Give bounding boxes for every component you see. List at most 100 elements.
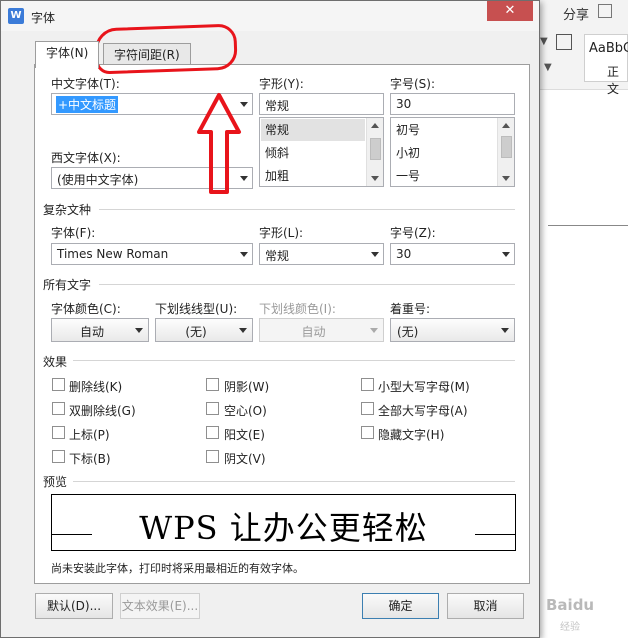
list-item[interactable]: 一号 — [392, 165, 496, 186]
close-icon: ✕ — [504, 3, 516, 18]
shadow-checkbox[interactable] — [206, 378, 219, 391]
ribbon-dropdown-icon[interactable]: ▼ — [540, 36, 548, 47]
size-list[interactable]: 初号 小初 一号 — [390, 117, 515, 187]
scroll-up-icon[interactable] — [502, 123, 510, 128]
complex-style-combo[interactable]: 常规 — [259, 243, 384, 265]
close-button[interactable]: ✕ — [487, 1, 533, 21]
chinese-font-value: +中文标题 — [56, 96, 119, 113]
wps-logo-icon: W — [8, 8, 24, 24]
underline-type-label: 下划线线型(U): — [155, 302, 238, 316]
complex-size-value: 30 — [396, 247, 412, 261]
section-divider — [73, 360, 515, 361]
chevron-down-icon[interactable] — [371, 252, 379, 257]
ok-button[interactable]: 确定 — [362, 593, 439, 619]
scroll-up-icon[interactable] — [371, 123, 379, 128]
strikethrough-checkbox[interactable] — [52, 378, 65, 391]
underline-type-dropdown[interactable]: (无) — [155, 318, 253, 342]
style-input[interactable]: 常规 — [259, 93, 384, 115]
outline-checkbox[interactable] — [206, 402, 219, 415]
complex-section-title: 复杂文种 — [43, 203, 92, 217]
all-caps-checkbox[interactable] — [361, 402, 374, 415]
list-item[interactable]: 倾斜 — [261, 142, 365, 164]
small-caps-checkbox[interactable] — [361, 378, 374, 391]
watermark-subtext: 经验 — [560, 622, 580, 633]
complex-size-label: 字号(Z): — [390, 226, 436, 240]
complex-font-combo[interactable]: Times New Roman — [51, 243, 253, 265]
emphasis-value: (无) — [397, 325, 419, 339]
engrave-label[interactable]: 阴文(V) — [224, 450, 266, 467]
share-icon[interactable] — [598, 4, 612, 18]
style-list-scrollbar[interactable] — [366, 118, 383, 186]
hidden-text-checkbox[interactable] — [361, 426, 374, 439]
effects-section-title: 效果 — [43, 355, 68, 369]
complex-font-value: Times New Roman — [57, 247, 169, 261]
font-color-label: 字体颜色(C): — [51, 302, 121, 316]
annotation-highlight-ring — [94, 23, 238, 75]
size-label: 字号(S): — [390, 77, 436, 91]
superscript-checkbox[interactable] — [52, 426, 65, 439]
complex-size-combo[interactable]: 30 — [390, 243, 515, 265]
ribbon-dropdown-icon[interactable]: ▼ — [544, 62, 552, 73]
style-gallery-normal[interactable]: AaBbC 正文 — [584, 34, 628, 96]
font-dialog: W 字体 ✕ 字体(N) 字符间距(R) 中文字体(T): +中文标题 字形(Y… — [0, 0, 540, 638]
preview-text: WPS 让办公更轻松 — [139, 509, 428, 547]
chinese-font-label: 中文字体(T): — [51, 77, 120, 91]
emphasis-dropdown[interactable]: (无) — [390, 318, 515, 342]
style-list[interactable]: 常规 倾斜 加粗 — [259, 117, 384, 187]
chevron-down-icon[interactable] — [502, 252, 510, 257]
double-strikethrough-label[interactable]: 双删除线(G) — [69, 402, 136, 419]
shadow-label[interactable]: 阴影(W) — [224, 378, 269, 395]
watermark-logo: Baidu 经验 — [536, 576, 628, 638]
underline-color-label: 下划线颜色(I): — [259, 302, 336, 316]
list-item[interactable]: 常规 — [261, 119, 365, 141]
style-input-value: 常规 — [265, 99, 290, 113]
document-rule — [548, 225, 628, 226]
double-strikethrough-checkbox[interactable] — [52, 402, 65, 415]
emphasis-label: 着重号: — [390, 302, 431, 316]
underline-color-dropdown: 自动 — [259, 318, 384, 342]
list-item[interactable]: 初号 — [392, 119, 496, 141]
hidden-text-label[interactable]: 隐藏文字(H) — [378, 426, 444, 443]
size-input[interactable]: 30 — [390, 93, 515, 115]
subscript-checkbox[interactable] — [52, 450, 65, 463]
list-item[interactable]: 加粗 — [261, 165, 365, 186]
style-preview-text: AaBbC — [589, 41, 628, 56]
style-name-label: 正文 — [607, 65, 620, 96]
underline-type-value: (无) — [185, 325, 207, 339]
font-notice: 尚未安装此字体，打印时将采用最相近的有效字体。 — [51, 562, 304, 575]
strikethrough-label[interactable]: 删除线(K) — [69, 378, 122, 395]
scroll-down-icon[interactable] — [502, 176, 510, 181]
superscript-label[interactable]: 上标(P) — [69, 426, 110, 443]
scroll-thumb[interactable] — [370, 138, 381, 160]
underline-color-value: 自动 — [301, 325, 326, 339]
default-button[interactable]: 默认(D)... — [35, 593, 113, 619]
list-item[interactable]: 小初 — [392, 142, 496, 164]
chevron-down-icon[interactable] — [135, 328, 143, 333]
subscript-label[interactable]: 下标(B) — [69, 450, 111, 467]
style-label: 字形(Y): — [259, 77, 304, 91]
font-color-dropdown[interactable]: 自动 — [51, 318, 149, 342]
emboss-checkbox[interactable] — [206, 426, 219, 439]
dialog-title: 字体 — [31, 11, 56, 25]
chevron-down-icon[interactable] — [240, 252, 248, 257]
scroll-down-icon[interactable] — [371, 176, 379, 181]
all-caps-label[interactable]: 全部大写字母(A) — [378, 402, 468, 419]
small-caps-label[interactable]: 小型大写字母(M) — [378, 378, 470, 395]
share-button[interactable]: 分享 — [563, 4, 589, 23]
table-grid-icon[interactable] — [556, 34, 572, 50]
chevron-down-icon[interactable] — [239, 328, 247, 333]
western-font-value: (使用中文字体) — [57, 173, 139, 187]
size-list-scrollbar[interactable] — [497, 118, 514, 186]
chevron-down-icon[interactable] — [501, 328, 509, 333]
cancel-button[interactable]: 取消 — [447, 593, 524, 619]
dialog-titlebar[interactable]: W 字体 ✕ — [1, 1, 539, 31]
emboss-label[interactable]: 阳文(E) — [224, 426, 265, 443]
complex-font-label: 字体(F): — [51, 226, 96, 240]
font-color-value: 自动 — [79, 325, 104, 339]
engrave-checkbox[interactable] — [206, 450, 219, 463]
tab-font[interactable]: 字体(N) — [35, 41, 100, 68]
text-effects-button: 文本效果(E)... — [120, 593, 200, 619]
preview-section-title: 预览 — [43, 475, 68, 489]
outline-label[interactable]: 空心(O) — [224, 402, 267, 419]
scroll-thumb[interactable] — [501, 136, 512, 158]
